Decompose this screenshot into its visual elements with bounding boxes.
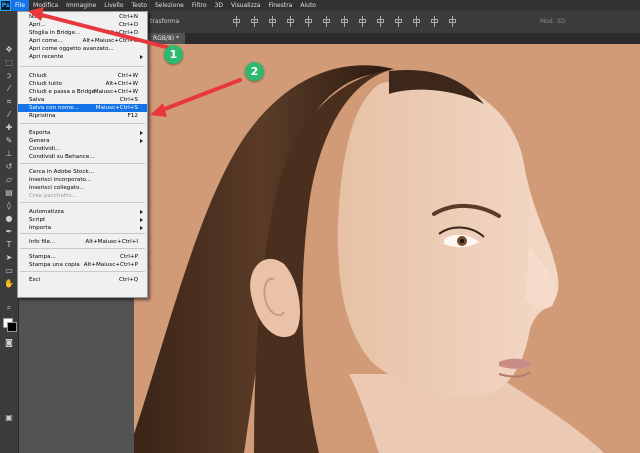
annotation-arrow-2 [160, 78, 242, 112]
step-2-badge: 2 [245, 62, 264, 81]
annotation-arrow-1 [36, 12, 172, 50]
annotation-arrowhead-2 [150, 103, 167, 117]
annotation-arrowhead-1 [28, 7, 44, 21]
step-1-badge: 1 [164, 45, 183, 64]
annotation-overlay [28, 7, 242, 117]
